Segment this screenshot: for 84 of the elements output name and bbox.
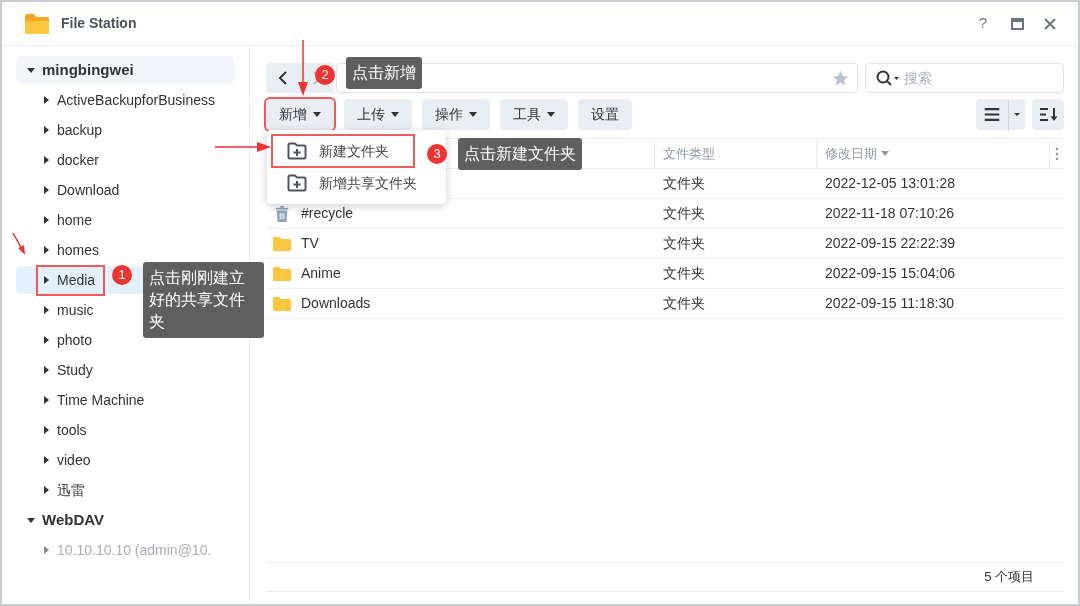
toolbar-button[interactable]: 新增 bbox=[266, 98, 334, 130]
toolbar-button[interactable]: 工具 bbox=[500, 98, 568, 130]
window-title: File Station bbox=[61, 14, 137, 33]
collapsed-caret-icon[interactable] bbox=[44, 365, 50, 375]
table-cell: 2022-11-18 07:10:26 bbox=[825, 205, 954, 221]
new-folder-icon bbox=[287, 174, 307, 192]
menu-item[interactable]: 新增共享文件夹 bbox=[273, 168, 440, 198]
table-cell: 文件夹 bbox=[663, 265, 705, 281]
toolbar-button[interactable]: 设置 bbox=[578, 98, 632, 130]
sort-caret-icon bbox=[881, 151, 889, 156]
trash-icon bbox=[273, 205, 291, 222]
collapsed-caret-icon[interactable] bbox=[44, 155, 50, 165]
search-icon[interactable] bbox=[876, 70, 900, 86]
collapsed-caret-icon[interactable] bbox=[44, 485, 50, 495]
collapsed-caret-icon[interactable] bbox=[44, 185, 50, 195]
expanded-caret-icon[interactable] bbox=[26, 65, 36, 75]
search-box[interactable]: 搜索 bbox=[865, 63, 1064, 93]
file-name[interactable]: Downloads bbox=[301, 293, 371, 314]
maximize-icon[interactable] bbox=[1011, 17, 1024, 30]
caret-icon bbox=[313, 111, 321, 117]
collapsed-caret-icon[interactable] bbox=[44, 95, 50, 105]
view-mode-button[interactable] bbox=[976, 98, 1025, 130]
table-cell: 2022-09-15 11:18:30 bbox=[825, 295, 954, 311]
search-field[interactable]: 搜索 bbox=[904, 67, 1054, 89]
callout-tooltip: 点击新增 bbox=[346, 57, 422, 89]
folder-icon bbox=[273, 265, 291, 282]
tree-item[interactable]: photo bbox=[38, 326, 101, 354]
help-button[interactable]: ? bbox=[975, 12, 991, 35]
tree-item[interactable]: 迅雷 bbox=[38, 476, 93, 504]
tree-item[interactable]: Download bbox=[38, 176, 128, 204]
toolbar-button[interactable]: 操作 bbox=[422, 98, 490, 130]
tree-item[interactable]: video bbox=[38, 446, 99, 474]
collapsed-caret-icon[interactable] bbox=[44, 425, 50, 435]
annotation-arrow bbox=[12, 232, 26, 256]
callout-tooltip: 点击新建文件夹 bbox=[458, 138, 582, 170]
table-cell: 文件夹 bbox=[663, 235, 705, 251]
caret-icon bbox=[391, 111, 399, 117]
tree-group[interactable]: mingbingwei bbox=[16, 56, 235, 84]
table-cell: 2022-12-05 13:01:28 bbox=[825, 175, 955, 191]
annotation-arrow bbox=[215, 142, 271, 152]
folder-icon bbox=[273, 295, 291, 312]
tree-group[interactable]: WebDAV bbox=[16, 506, 235, 534]
table-cell: 文件夹 bbox=[663, 175, 705, 191]
collapsed-caret-icon[interactable] bbox=[44, 305, 50, 315]
tree-item[interactable]: backup bbox=[38, 116, 111, 144]
table-cell: 文件夹 bbox=[663, 205, 705, 221]
path-field[interactable] bbox=[336, 63, 858, 93]
collapsed-caret-icon[interactable] bbox=[44, 245, 50, 255]
table-cell: 文件夹 bbox=[663, 295, 705, 311]
item-count: 5 个项目 bbox=[984, 568, 1034, 587]
toolbar-button[interactable]: 上传 bbox=[344, 98, 412, 130]
collapsed-caret-icon[interactable] bbox=[44, 335, 50, 345]
step-number-tooltip: 1 bbox=[112, 265, 132, 285]
tree-item[interactable]: tools bbox=[38, 416, 95, 444]
file-name[interactable]: TV bbox=[301, 233, 319, 254]
collapsed-caret-icon[interactable] bbox=[44, 215, 50, 225]
new-folder-icon bbox=[287, 142, 307, 160]
collapsed-caret-icon[interactable] bbox=[44, 125, 50, 135]
collapsed-caret-icon[interactable] bbox=[44, 275, 50, 285]
tree-item[interactable]: docker bbox=[38, 146, 108, 174]
tree-item[interactable]: home bbox=[38, 206, 101, 234]
callout-tooltip: 点击刚刚建立好的共享文件夹 bbox=[143, 262, 264, 338]
sort-icon[interactable] bbox=[1032, 98, 1064, 130]
file-name[interactable]: #recycle bbox=[301, 203, 354, 224]
folder-icon bbox=[273, 235, 291, 252]
expanded-caret-icon[interactable] bbox=[26, 515, 36, 525]
collapsed-caret-icon[interactable] bbox=[44, 395, 50, 405]
file-name[interactable]: Anime bbox=[301, 263, 341, 284]
tree-item[interactable]: Media bbox=[38, 266, 104, 294]
table-cell: 2022-09-15 22:22:39 bbox=[825, 235, 955, 251]
folder-icon bbox=[24, 12, 50, 35]
star-icon[interactable] bbox=[832, 69, 849, 87]
caret-icon bbox=[469, 111, 477, 117]
menu-item[interactable]: 新建文件夹 bbox=[273, 136, 413, 166]
annotation-arrow-tooltip bbox=[298, 40, 308, 96]
tree-item[interactable]: Study bbox=[38, 356, 101, 384]
caret-icon bbox=[547, 111, 555, 117]
tree-item[interactable]: music bbox=[38, 296, 102, 324]
collapsed-caret-icon[interactable] bbox=[44, 455, 50, 465]
tree-item[interactable]: homes bbox=[38, 236, 108, 264]
close-icon[interactable] bbox=[1044, 17, 1056, 30]
tree-item[interactable]: Time Machine bbox=[38, 386, 153, 414]
table-cell: 2022-09-15 15:04:06 bbox=[825, 265, 955, 281]
tree-item[interactable]: ActiveBackupforBusiness bbox=[38, 86, 223, 114]
